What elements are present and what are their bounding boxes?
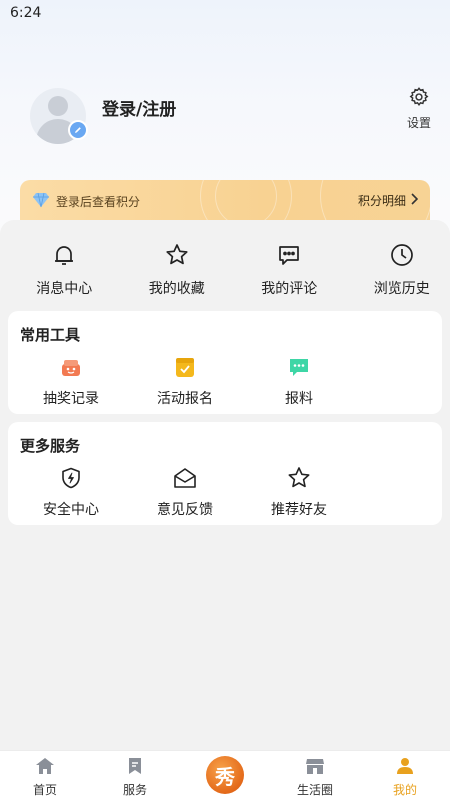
settings-button[interactable]: 设置 [402, 86, 436, 131]
tab-life-circle[interactable]: 生活圈 [270, 751, 360, 800]
status-time: 6:24 [10, 5, 42, 21]
tab-mine[interactable]: 我的 [360, 751, 450, 800]
center-logo-icon: 秀 [206, 756, 244, 794]
comment-icon [276, 242, 302, 272]
tool-lottery-records[interactable]: 抽奖记录 [20, 355, 122, 408]
tools-card: 常用工具 抽奖记录 活动报名 报料 [8, 311, 442, 414]
quick-action-label: 我的评论 [261, 281, 318, 297]
tab-label: 生活圈 [296, 783, 333, 797]
calendar-check-icon [173, 355, 197, 383]
bottom-tab-bar: 首页 服务 秀 生活圈 我的 [0, 750, 450, 800]
gear-icon [408, 87, 430, 112]
tools-title: 常用工具 [20, 326, 81, 344]
star-outline-icon [286, 466, 312, 494]
quick-action-label: 浏览历史 [373, 281, 430, 297]
tab-label: 我的 [392, 783, 417, 797]
settings-label: 设置 [406, 116, 431, 130]
quick-action-label: 消息中心 [36, 281, 93, 297]
report-chat-icon [287, 355, 311, 383]
quick-action-history[interactable]: 浏览历史 [354, 242, 450, 298]
person-icon [396, 757, 414, 779]
store-icon [305, 757, 325, 779]
diamond-icon [32, 192, 50, 212]
services-card: 更多服务 安全中心 意见反馈 推荐好友 [8, 422, 442, 525]
service-security-center[interactable]: 安全中心 [20, 466, 122, 519]
clock-icon [389, 242, 415, 272]
status-bar: 6:24 [0, 0, 450, 26]
tab-label: 首页 [32, 783, 57, 797]
edit-icon[interactable] [68, 120, 88, 140]
service-label: 意见反馈 [157, 502, 213, 518]
tab-home[interactable]: 首页 [0, 751, 90, 800]
tool-report[interactable]: 报料 [248, 355, 350, 408]
chevron-right-icon [410, 193, 419, 208]
bell-icon [51, 242, 77, 272]
tool-label: 报料 [285, 391, 313, 407]
service-feedback[interactable]: 意见反馈 [134, 466, 236, 519]
service-label: 推荐好友 [271, 502, 327, 518]
quick-action-comments[interactable]: 我的评论 [241, 242, 338, 298]
points-banner[interactable]: 登录后查看积分 积分明细 [20, 180, 430, 224]
main-panel: 消息中心 我的收藏 我的评论 浏览历史 常用工具 抽奖记录 活动报名 报料 更多… [0, 220, 450, 750]
tool-label: 抽奖记录 [43, 391, 99, 407]
lottery-icon [59, 355, 83, 383]
service-recommend-friend[interactable]: 推荐好友 [248, 466, 350, 519]
shield-bolt-icon [59, 466, 83, 494]
bookmark-icon [127, 757, 143, 779]
tool-label: 活动报名 [157, 391, 213, 407]
quick-action-messages[interactable]: 消息中心 [16, 242, 113, 298]
tab-center[interactable]: 秀 [180, 751, 270, 800]
home-icon [35, 757, 55, 779]
quick-action-label: 我的收藏 [148, 281, 205, 297]
points-detail-link[interactable]: 积分明细 [357, 192, 419, 209]
tab-label: 服务 [122, 783, 147, 797]
services-title: 更多服务 [20, 437, 81, 455]
login-register-link[interactable]: 登录/注册 [102, 95, 176, 120]
star-icon [164, 242, 190, 272]
tab-services[interactable]: 服务 [90, 751, 180, 800]
points-hint: 登录后查看积分 [56, 195, 141, 209]
quick-actions: 消息中心 我的收藏 我的评论 浏览历史 [0, 242, 450, 298]
envelope-open-icon [172, 466, 198, 494]
quick-action-favorites[interactable]: 我的收藏 [129, 242, 226, 298]
service-label: 安全中心 [43, 502, 99, 518]
tool-activity-signup[interactable]: 活动报名 [134, 355, 236, 408]
points-detail-label: 积分明细 [357, 194, 406, 208]
